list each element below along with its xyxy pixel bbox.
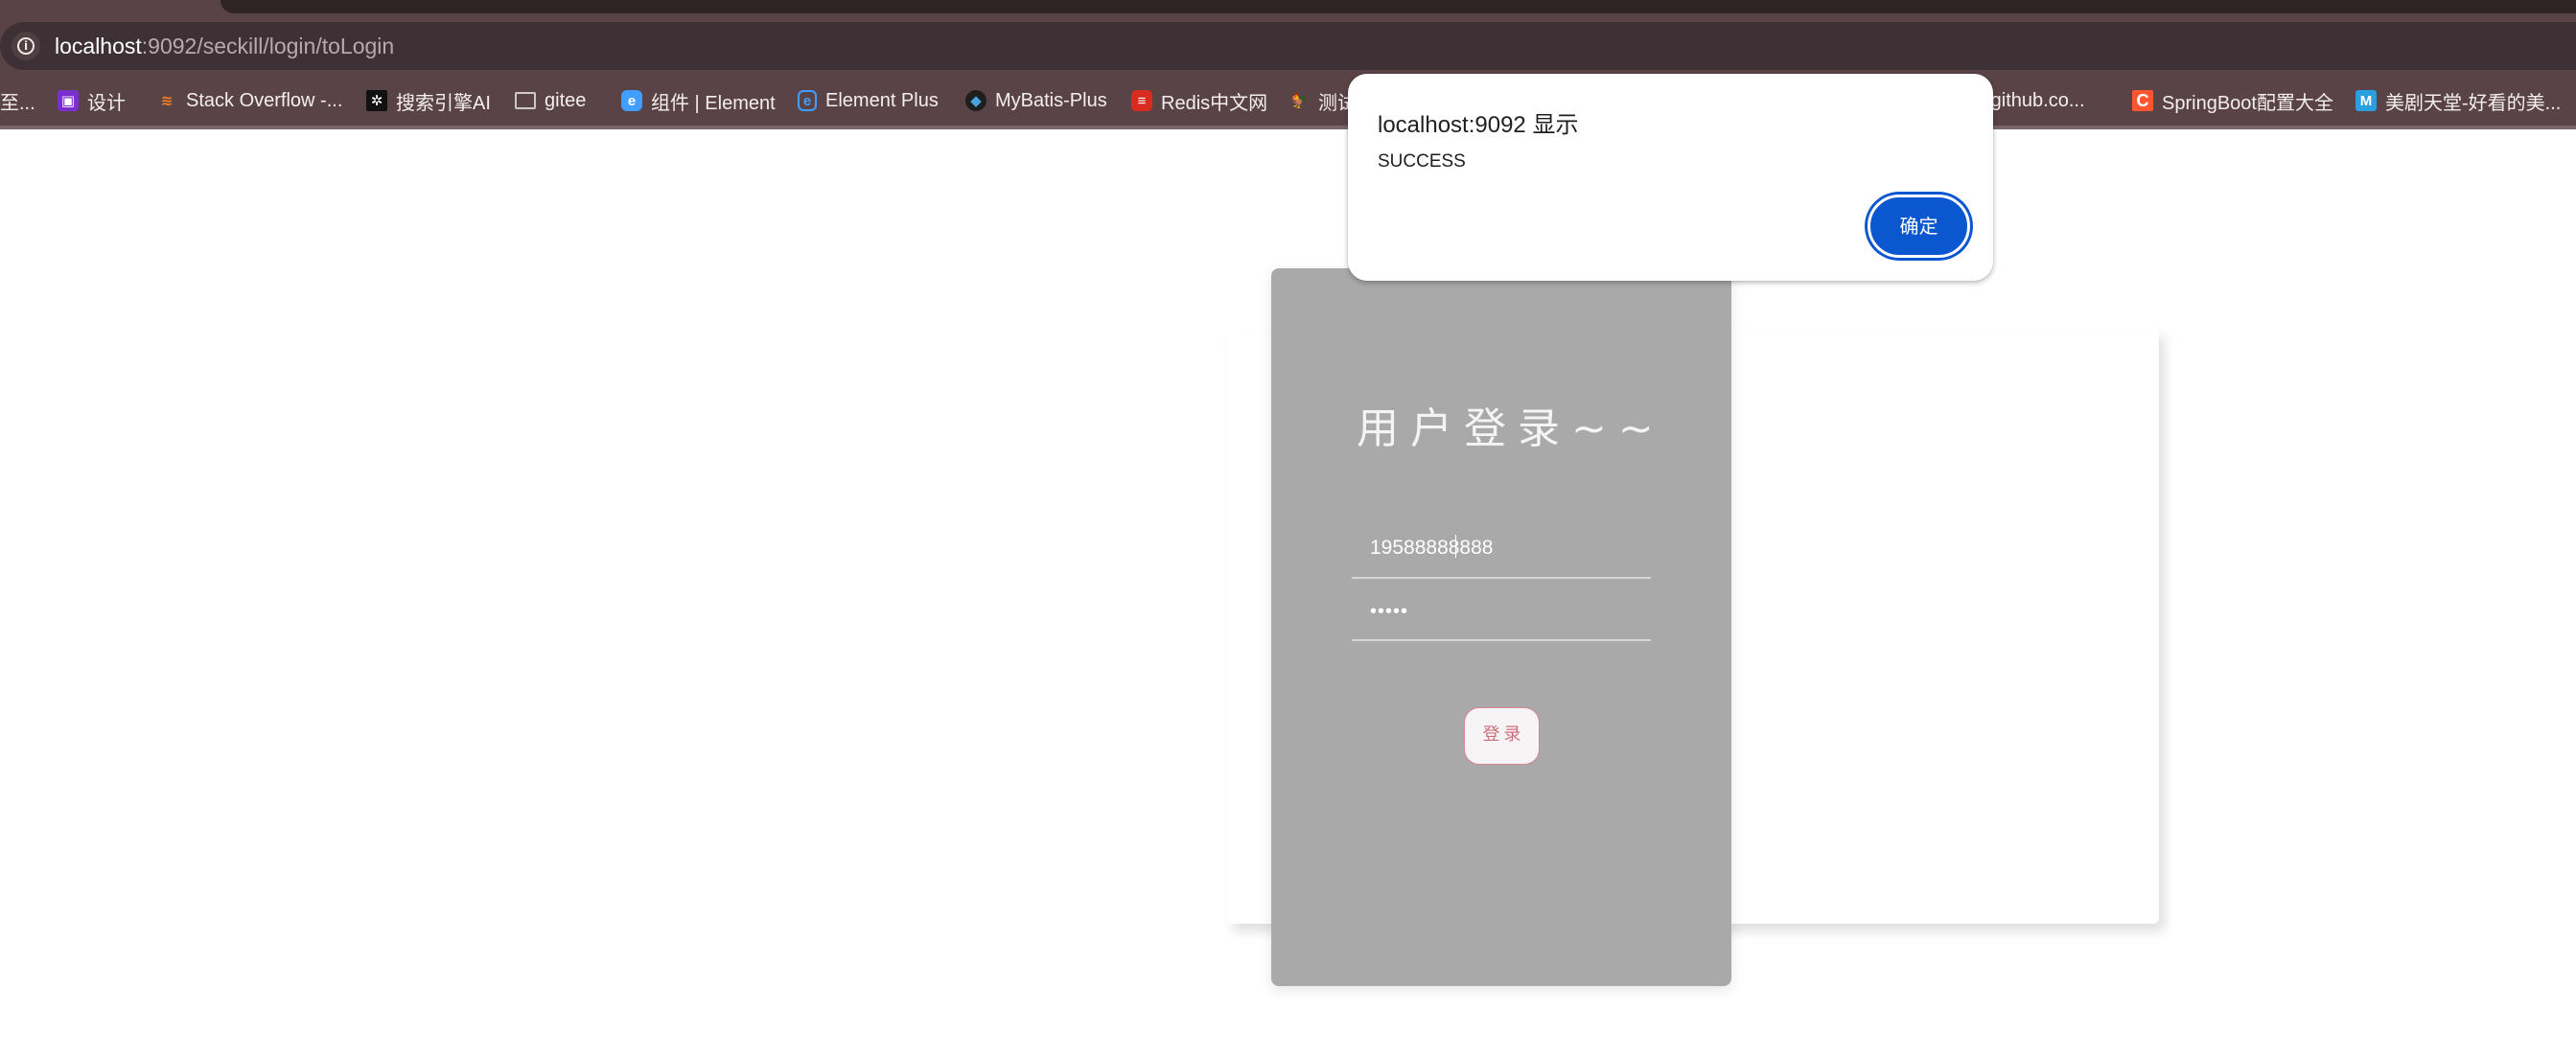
url-host: localhost — [55, 34, 142, 58]
bookmark-label: Redis中文网 — [1161, 92, 1268, 114]
bookmark-label: MyBatis-Plus — [995, 89, 1107, 111]
url-text[interactable]: localhost:9092/seckill/login/toLogin — [55, 32, 394, 60]
bookmark-item[interactable]: 至... — [0, 84, 35, 117]
search-ai-icon: ✲ — [366, 90, 387, 111]
bookmark-label: 美剧天堂-好看的美... — [2385, 92, 2562, 114]
phone-field[interactable] — [1352, 519, 1651, 579]
site-info-icon[interactable]: i — [12, 32, 40, 60]
alert-message: SUCCESS — [1378, 151, 1466, 172]
m-logo-icon: M — [2356, 90, 2377, 111]
bookmark-label: SpringBoot配置大全 — [2162, 92, 2333, 114]
bookmark-item[interactable]: 🐓 测试 — [1288, 84, 1357, 117]
c-logo-icon: C — [2132, 90, 2153, 111]
element-plus-icon: e — [798, 90, 817, 111]
login-title: 用户登录~~ — [1357, 404, 1665, 453]
bookmarks-bar: 至... ▣ 设计 ≋ Stack Overflow -... ✲ 搜索引擎AI… — [0, 84, 2576, 117]
password-field[interactable] — [1352, 584, 1651, 641]
bookmark-label: Stack Overflow -... — [186, 89, 343, 111]
alert-dialog: localhost:9092 显示 SUCCESS 确定 — [1348, 74, 1993, 281]
mybatis-plus-icon: ◆ — [965, 90, 986, 111]
bookmark-label: 搜索引擎AI — [396, 92, 491, 114]
folder-icon — [515, 92, 536, 109]
bookmark-label: 至... — [0, 92, 35, 114]
bookmark-item[interactable]: e 组件 | Element — [621, 84, 776, 117]
bookmark-label: 设计 — [87, 92, 126, 114]
url-path: :9092/seckill/login/toLogin — [141, 34, 395, 58]
chrome-divider — [0, 126, 2576, 129]
design-icon: ▣ — [58, 90, 79, 111]
bookmark-item[interactable]: ≡ Redis中文网 — [1131, 84, 1267, 117]
rooster-icon: 🐓 — [1289, 93, 1309, 109]
redis-icon: ≡ — [1131, 90, 1152, 111]
phone-input[interactable] — [1352, 519, 1651, 577]
bookmark-folder[interactable]: gitee — [515, 84, 586, 117]
bookmark-item[interactable]: ✲ 搜索引擎AI — [366, 84, 491, 117]
alert-ok-button[interactable]: 确定 — [1868, 195, 1970, 258]
bookmark-item[interactable]: e Element Plus — [798, 84, 939, 117]
alert-title: localhost:9092 显示 — [1378, 112, 1579, 138]
bookmark-item[interactable]: ◆ MyBatis-Plus — [965, 84, 1107, 117]
bookmark-label: Element Plus — [825, 89, 939, 111]
bookmark-label: 组件 | Element — [651, 92, 776, 114]
bookmark-item[interactable]: M 美剧天堂-好看的美... — [2356, 84, 2561, 117]
bookmark-item[interactable]: C SpringBoot配置大全 — [2132, 84, 2333, 117]
login-button[interactable]: 登录 — [1464, 707, 1540, 765]
element-icon: e — [621, 90, 642, 111]
login-panel: 用户登录~~ 登录 — [1271, 268, 1731, 986]
password-input[interactable] — [1352, 584, 1651, 639]
bookmark-label: gitee — [545, 89, 587, 111]
stackoverflow-icon: ≋ — [160, 93, 174, 109]
bookmark-item[interactable]: ▣ 设计 — [58, 84, 126, 117]
bookmark-item[interactable]: ≋ Stack Overflow -... — [156, 84, 343, 117]
tab-strip[interactable] — [220, 0, 2576, 13]
text-caret — [1455, 535, 1456, 558]
